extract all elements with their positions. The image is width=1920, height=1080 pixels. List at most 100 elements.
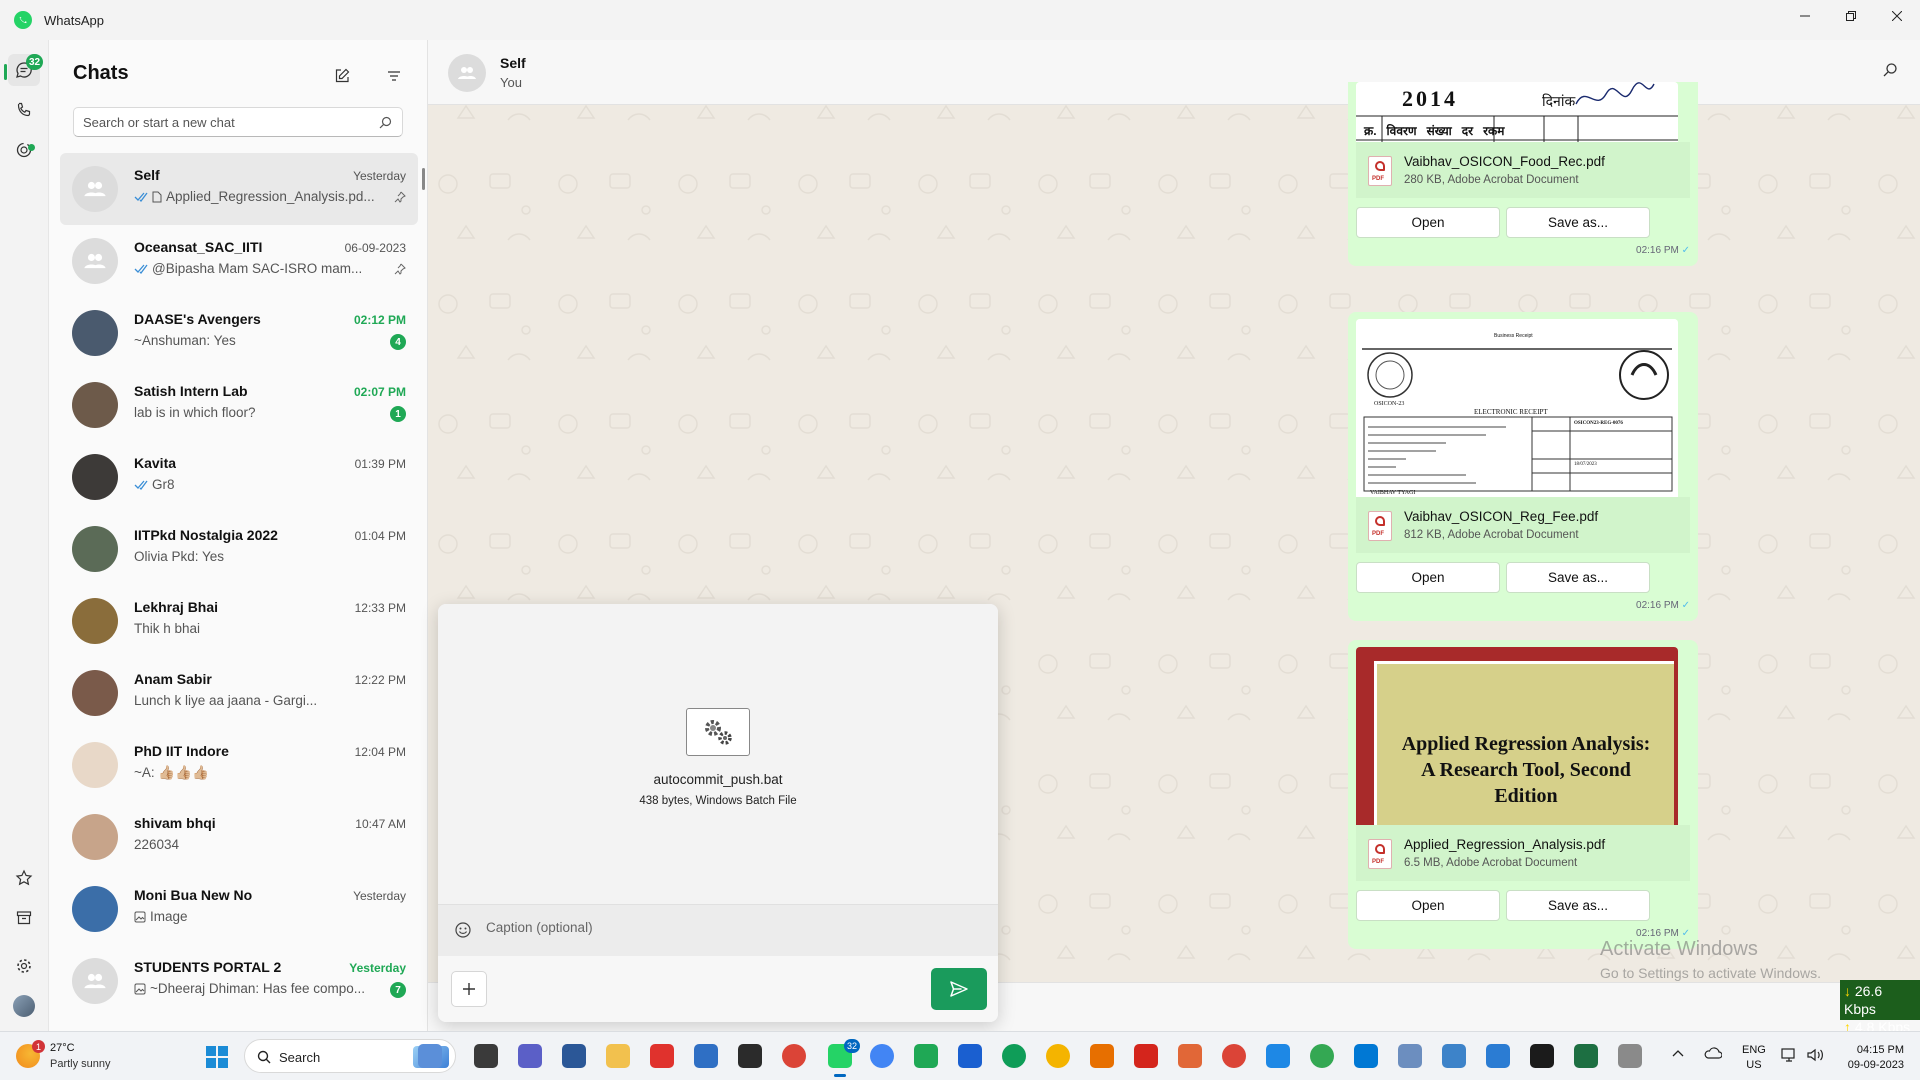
emoji-button[interactable] xyxy=(454,921,472,939)
video-app-icon[interactable] xyxy=(518,1044,542,1068)
clock-app-icon[interactable] xyxy=(1618,1044,1642,1068)
message-bubble[interactable]: Business Receipt OSICON-23 ELECTRONIC RE… xyxy=(1348,312,1698,621)
document-name: Vaibhav_OSICON_Reg_Fee.pdf xyxy=(1404,509,1599,524)
contact-avatar[interactable] xyxy=(448,54,486,92)
chrome-alt-app-icon[interactable] xyxy=(1046,1044,1070,1068)
search-input[interactable] xyxy=(83,114,363,130)
folder-app-icon[interactable] xyxy=(606,1044,630,1068)
java-app-icon[interactable] xyxy=(1090,1044,1114,1068)
input-language[interactable]: ENG US xyxy=(1742,1043,1766,1073)
chat-item[interactable]: Oceansat_SAC_IITI 06-09-2023 @Bipasha Mam … xyxy=(60,225,418,297)
unread-badge: 4 xyxy=(390,334,406,350)
search-box[interactable] xyxy=(73,107,403,137)
message-bubble[interactable]: 2014 दिनांक क्र. विवरण संख्या दर रकम Vai… xyxy=(1348,82,1698,266)
caption-input[interactable] xyxy=(486,920,966,935)
avatar xyxy=(72,310,118,356)
new-chat-button[interactable] xyxy=(328,62,356,90)
powershell-app-icon[interactable] xyxy=(562,1044,586,1068)
network-speed-widget: ↓ 26.6 Kbps ↑ 4.8 Kbps xyxy=(1840,980,1920,1035)
chat-name: Self xyxy=(134,167,160,183)
volume-icon[interactable] xyxy=(1806,1047,1824,1063)
chat-preview-text: ~A: 👍🏼👍🏼👍🏼 xyxy=(134,765,209,780)
document-info[interactable]: Applied_Regression_Analysis.pdf 6.5 MB, … xyxy=(1356,825,1690,881)
chrome-app-icon[interactable] xyxy=(782,1044,806,1068)
document-info[interactable]: Vaibhav_OSICON_Reg_Fee.pdf 812 KB, Adobe… xyxy=(1356,497,1690,553)
snip-app-icon[interactable] xyxy=(1266,1044,1290,1068)
remote-app-icon[interactable] xyxy=(1354,1044,1378,1068)
chat-item[interactable]: Kavita 01:39 PM Gr8 xyxy=(60,441,418,513)
save-as-button[interactable]: Save as... xyxy=(1506,207,1650,238)
scrollbar[interactable] xyxy=(422,168,425,190)
profile-button[interactable] xyxy=(8,990,40,1022)
search-in-chat-button[interactable] xyxy=(1882,62,1898,78)
system-clock[interactable]: 04:15 PM 09-09-2023 xyxy=(1840,1043,1904,1073)
double-check-icon xyxy=(134,480,148,490)
document-preview[interactable]: Applied Regression Analysis: A Research … xyxy=(1356,647,1678,825)
status-nav-button[interactable] xyxy=(8,134,40,166)
pdf-icon xyxy=(1368,839,1392,869)
network-icon[interactable] xyxy=(1780,1047,1798,1063)
chat-name: Anam Sabir xyxy=(134,671,212,687)
chat-item[interactable]: Moni Bua New No Yesterday Image xyxy=(60,873,418,945)
recycle-app-icon[interactable] xyxy=(914,1044,938,1068)
chat-item[interactable]: Satish Intern Lab 02:07 PM lab is in which… xyxy=(60,369,418,441)
message-bubble[interactable]: Applied Regression Analysis: A Research … xyxy=(1348,640,1698,949)
file-explorer-app-icon[interactable] xyxy=(474,1044,498,1068)
starred-messages-button[interactable] xyxy=(8,862,40,894)
show-hidden-icons-button[interactable] xyxy=(1672,1049,1684,1057)
chrome-green-app-icon[interactable] xyxy=(1310,1044,1334,1068)
save-as-button[interactable]: Save as... xyxy=(1506,562,1650,593)
start-button[interactable] xyxy=(206,1046,228,1068)
chat-preview: Image xyxy=(134,909,188,924)
document-preview[interactable]: Business Receipt OSICON-23 ELECTRONIC RE… xyxy=(1356,319,1678,497)
calls-nav-button[interactable] xyxy=(8,94,40,126)
send-button[interactable] xyxy=(931,968,987,1010)
chat-time: 10:47 AM xyxy=(355,817,406,831)
excel-app-icon[interactable] xyxy=(1574,1044,1598,1068)
chrome-work-app-icon[interactable] xyxy=(1002,1044,1026,1068)
cmd-app-icon[interactable] xyxy=(1530,1044,1554,1068)
onedrive-button[interactable] xyxy=(1704,1047,1722,1059)
minimize-button[interactable] xyxy=(1782,0,1828,32)
chat-item[interactable]: STUDENTS PORTAL 2 Yesterday ~Dheeraj Dhima… xyxy=(60,945,418,1017)
chat-item[interactable]: shivam bhqi 10:47 AM 226034 xyxy=(60,801,418,873)
activate-windows-watermark: Activate Windows Go to Settings to activ… xyxy=(1600,938,1821,981)
photos-app-icon[interactable] xyxy=(694,1044,718,1068)
weather-badge: 1 xyxy=(32,1040,45,1053)
save-as-button[interactable]: Save as... xyxy=(1506,890,1650,921)
chat-item[interactable]: Self Yesterday Applied_Regression_Analysis… xyxy=(60,153,418,225)
chrome-profile-app-icon[interactable] xyxy=(870,1044,894,1068)
double-check-icon xyxy=(134,264,148,274)
chat-item[interactable]: Lekhraj Bhai 12:33 PM Thik h bhai xyxy=(60,585,418,657)
add-file-button[interactable] xyxy=(451,971,487,1007)
zoom-app-icon[interactable] xyxy=(958,1044,982,1068)
matlab-app-icon[interactable] xyxy=(1178,1044,1202,1068)
anydesk-app-icon[interactable] xyxy=(650,1044,674,1068)
open-document-button[interactable]: Open xyxy=(1356,890,1500,921)
archived-chats-button[interactable] xyxy=(8,902,40,934)
chat-item[interactable]: IITPkd Nostalgia 2022 01:04 PM Olivia Pkd:… xyxy=(60,513,418,585)
chat-item[interactable]: DAASE's Avengers 02:12 PM ~Anshuman: Yes 4 xyxy=(60,297,418,369)
open-document-button[interactable]: Open xyxy=(1356,562,1500,593)
chat-item[interactable]: Anam Sabir 12:22 PM Lunch k liye aa jaana … xyxy=(60,657,418,729)
close-button[interactable] xyxy=(1874,0,1920,32)
avatar xyxy=(72,526,118,572)
settings-button[interactable] xyxy=(8,950,40,982)
document-name: Vaibhav_OSICON_Food_Rec.pdf xyxy=(1404,154,1605,169)
document-preview[interactable]: 2014 दिनांक क्र. विवरण संख्या दर रकम xyxy=(1356,82,1678,142)
chat-time: 12:22 PM xyxy=(354,673,406,687)
widgets-app-icon[interactable] xyxy=(418,1044,442,1068)
chat-item[interactable]: PhD IIT Indore 12:04 PM ~A: 👍🏼👍🏼👍🏼 xyxy=(60,729,418,801)
filter-chats-button[interactable] xyxy=(380,62,408,90)
monitor-app-icon[interactable] xyxy=(1398,1044,1422,1068)
calculator-app-icon[interactable] xyxy=(1442,1044,1466,1068)
document-info[interactable]: Vaibhav_OSICON_Food_Rec.pdf 280 KB, Adob… xyxy=(1356,142,1690,198)
terminal-app-icon[interactable] xyxy=(738,1044,762,1068)
acrobat-app-icon[interactable] xyxy=(1134,1044,1158,1068)
open-document-button[interactable]: Open xyxy=(1356,207,1500,238)
chrome-extra-app-icon[interactable] xyxy=(1222,1044,1246,1068)
chat-preview: Olivia Pkd: Yes xyxy=(134,549,224,564)
maximize-button[interactable] xyxy=(1828,0,1874,32)
pin-icon xyxy=(394,263,406,275)
notepad-app-icon[interactable] xyxy=(1486,1044,1510,1068)
